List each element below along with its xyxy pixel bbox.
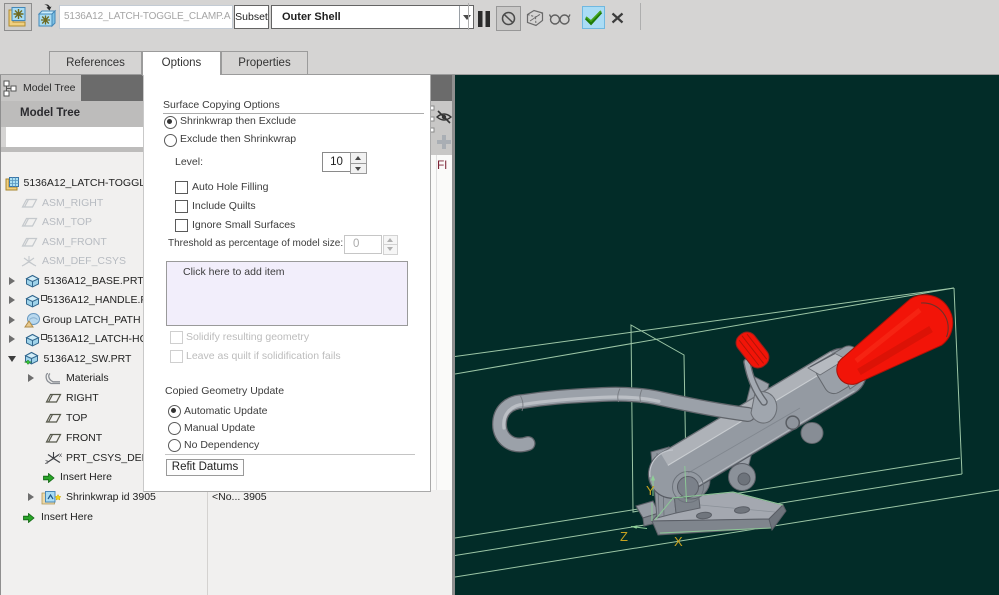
svg-text:X: X: [674, 534, 683, 549]
svg-text:Y: Y: [646, 483, 655, 498]
svg-text:x: x: [59, 453, 62, 459]
svg-text:Z: Z: [620, 529, 628, 544]
svg-text:z: z: [45, 460, 48, 465]
